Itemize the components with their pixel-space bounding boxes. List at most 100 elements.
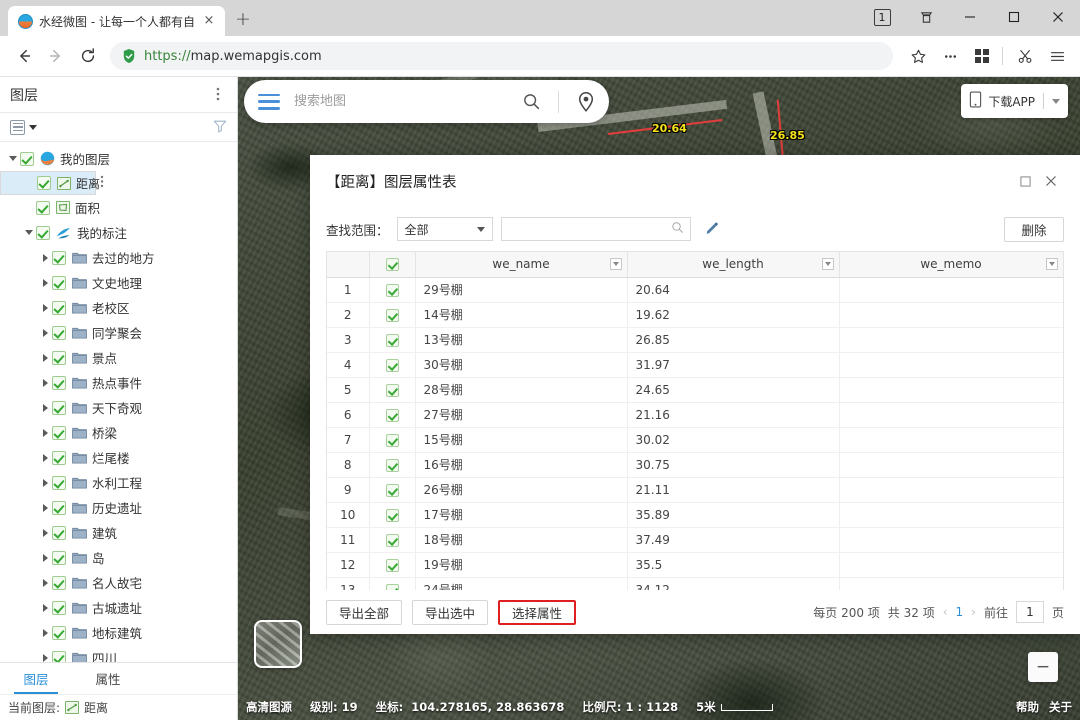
layer-tree-item[interactable]: 距离 <box>0 171 104 195</box>
chevron-down-icon[interactable] <box>22 230 36 235</box>
chevron-right-icon[interactable] <box>38 278 52 287</box>
chevron-down-icon[interactable] <box>6 156 20 161</box>
cell-we-memo[interactable] <box>839 277 1063 303</box>
star-icon[interactable] <box>903 41 933 71</box>
layer-checkbox[interactable] <box>52 350 66 365</box>
sidebar-more-icon[interactable] <box>209 87 227 103</box>
cell-we-name[interactable]: 17号棚 <box>415 502 628 528</box>
cell-we-length[interactable]: 35.89 <box>627 502 840 528</box>
layer-checkbox[interactable] <box>52 625 66 640</box>
column-filter-icon[interactable] <box>609 258 622 270</box>
reload-button[interactable] <box>72 40 104 72</box>
layer-tree-item[interactable]: 岛 <box>0 545 237 570</box>
cell-we-length[interactable]: 21.11 <box>627 477 840 503</box>
table-row[interactable]: 5 28号棚 24.65 <box>327 377 1063 403</box>
new-tab-button[interactable]: + <box>229 6 257 34</box>
row-checkbox[interactable] <box>385 558 399 572</box>
cell-we-name[interactable]: 28号棚 <box>415 377 628 403</box>
table-row[interactable]: 2 14号棚 19.62 <box>327 302 1063 328</box>
layer-tree-item[interactable]: 地标建筑 <box>0 620 237 645</box>
layer-checkbox[interactable] <box>37 176 51 190</box>
attribute-grid[interactable]: we_name we_length we_memo 1 29号棚 20.64 2 14号… <box>326 251 1064 590</box>
row-select-cell[interactable] <box>369 502 416 528</box>
layer-checkbox[interactable] <box>52 425 66 440</box>
chevron-down-icon[interactable] <box>29 124 37 130</box>
cell-we-memo[interactable] <box>839 477 1063 503</box>
layer-checkbox[interactable] <box>52 525 66 540</box>
chevron-right-icon[interactable] <box>38 253 52 262</box>
layer-checkbox[interactable] <box>52 500 66 515</box>
row-select-cell[interactable] <box>369 477 416 503</box>
cell-we-name[interactable]: 19号棚 <box>415 552 628 578</box>
chevron-right-icon[interactable] <box>38 303 52 312</box>
table-row[interactable]: 10 17号棚 35.89 <box>327 502 1063 528</box>
column-filter-icon[interactable] <box>1045 258 1058 270</box>
layer-checkbox[interactable] <box>52 450 66 465</box>
chevron-right-icon[interactable] <box>38 578 52 587</box>
cell-we-length[interactable]: 26.85 <box>627 327 840 353</box>
layer-checkbox[interactable] <box>52 550 66 565</box>
menu-icon[interactable] <box>1042 41 1072 71</box>
export-selected-button[interactable]: 导出选中 <box>412 599 489 625</box>
chevron-right-icon[interactable] <box>38 353 52 362</box>
table-row[interactable]: 12 19号棚 35.5 <box>327 552 1063 578</box>
row-select-cell[interactable] <box>369 377 416 403</box>
layer-checkbox[interactable] <box>52 325 66 340</box>
cell-we-length[interactable]: 30.75 <box>627 452 840 478</box>
map-search-bar[interactable] <box>244 80 609 123</box>
cell-we-length[interactable]: 34.12 <box>627 577 840 590</box>
layer-tree-item[interactable]: 面积 <box>0 195 237 220</box>
cell-we-length[interactable]: 20.64 <box>627 277 840 303</box>
layer-checkbox[interactable] <box>36 225 50 240</box>
cell-we-memo[interactable] <box>839 302 1063 328</box>
prev-page-button[interactable]: ‹ <box>943 605 948 619</box>
layer-checkbox[interactable] <box>52 300 66 315</box>
layer-checkbox[interactable] <box>52 575 66 590</box>
cell-we-memo[interactable] <box>839 527 1063 553</box>
cell-we-name[interactable]: 14号棚 <box>415 302 628 328</box>
chevron-right-icon[interactable] <box>38 328 52 337</box>
cell-we-memo[interactable] <box>839 502 1063 528</box>
row-select-cell[interactable] <box>369 527 416 553</box>
cell-we-name[interactable]: 24号棚 <box>415 577 628 590</box>
address-bar[interactable]: https://map.wemapgis.com <box>110 42 893 70</box>
table-row[interactable]: 13 24号棚 34.12 <box>327 577 1063 590</box>
locate-pin-icon[interactable] <box>569 85 603 119</box>
cell-we-name[interactable]: 27号棚 <box>415 402 628 428</box>
cell-we-memo[interactable] <box>839 327 1063 353</box>
cell-we-memo[interactable] <box>839 427 1063 453</box>
chevron-right-icon[interactable] <box>38 378 52 387</box>
row-checkbox[interactable] <box>385 483 399 497</box>
cell-we-length[interactable]: 31.97 <box>627 352 840 378</box>
cell-we-memo[interactable] <box>839 352 1063 378</box>
cell-we-length[interactable]: 21.16 <box>627 402 840 428</box>
layer-tree-item[interactable]: 去过的地方 <box>0 245 237 270</box>
goto-page-input[interactable]: 1 <box>1015 601 1044 623</box>
chevron-right-icon[interactable] <box>38 628 52 637</box>
layer-checkbox[interactable] <box>20 151 34 166</box>
row-select-cell[interactable] <box>369 402 416 428</box>
row-select-cell[interactable] <box>369 552 416 578</box>
back-button[interactable] <box>8 40 40 72</box>
close-button[interactable] <box>1036 0 1080 34</box>
table-row[interactable]: 6 27号棚 21.16 <box>327 402 1063 428</box>
cell-we-memo[interactable] <box>839 577 1063 590</box>
layer-tree-item[interactable]: 名人故宅 <box>0 570 237 595</box>
row-select-cell[interactable] <box>369 352 416 378</box>
more-icon[interactable] <box>935 41 965 71</box>
layer-tree-item[interactable]: 我的标注 <box>0 220 237 245</box>
row-checkbox[interactable] <box>385 508 399 522</box>
browser-tab[interactable]: 水经微图 - 让每一个人都有自 × <box>8 6 225 36</box>
scissors-icon[interactable] <box>1010 41 1040 71</box>
pencil-icon[interactable] <box>699 217 725 241</box>
dialog-restore-button[interactable] <box>1012 168 1038 194</box>
row-checkbox[interactable] <box>385 458 399 472</box>
select-attributes-button[interactable]: 选择属性 <box>498 599 577 625</box>
row-select-cell[interactable] <box>369 452 416 478</box>
chevron-right-icon[interactable] <box>38 428 52 437</box>
chevron-right-icon[interactable] <box>38 603 52 612</box>
current-page[interactable]: 1 <box>956 605 964 619</box>
layer-tree-item[interactable]: 同学聚会 <box>0 320 237 345</box>
row-select-cell[interactable] <box>369 577 416 590</box>
layer-tree-item[interactable]: 文史地理 <box>0 270 237 295</box>
